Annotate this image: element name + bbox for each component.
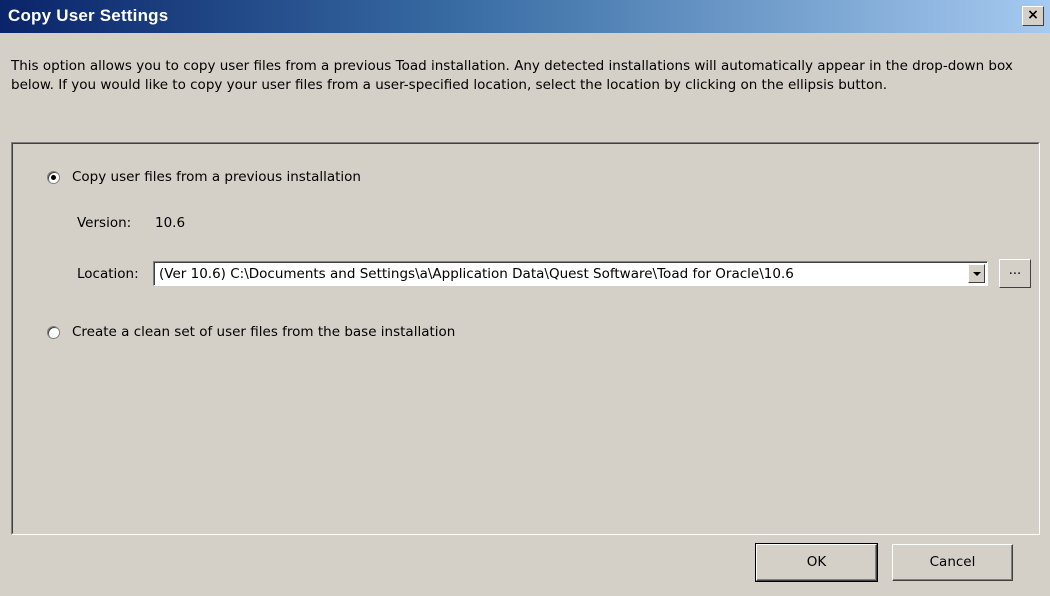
location-value: (Ver 10.6) C:\Documents and Settings\a\A… <box>159 266 794 282</box>
location-label: Location: <box>77 266 139 282</box>
ok-button[interactable]: OK <box>755 543 878 582</box>
browse-ellipsis-button[interactable]: ... <box>999 259 1031 288</box>
dropdown-button[interactable] <box>968 264 985 283</box>
title-bar[interactable]: Copy User Settings × <box>0 0 1050 33</box>
window-title: Copy User Settings <box>8 6 169 25</box>
clean-set-option[interactable]: Create a clean set of user files from th… <box>47 324 455 340</box>
copy-previous-label: Copy user files from a previous installa… <box>72 169 361 185</box>
version-value: 10.6 <box>155 215 186 231</box>
copy-previous-option[interactable]: Copy user files from a previous installa… <box>47 169 361 185</box>
clean-set-radio[interactable] <box>47 325 60 339</box>
copy-user-settings-dialog: Copy User Settings × This option allows … <box>0 0 1050 596</box>
copy-previous-radio[interactable] <box>47 170 60 184</box>
version-label: Version: <box>77 215 132 231</box>
close-button[interactable]: × <box>1022 6 1044 26</box>
location-dropdown[interactable]: (Ver 10.6) C:\Documents and Settings\a\A… <box>153 261 988 286</box>
chevron-down-icon <box>972 271 981 276</box>
clean-set-label: Create a clean set of user files from th… <box>72 324 456 340</box>
cancel-button[interactable]: Cancel <box>892 544 1013 581</box>
description-text: This option allows you to copy user file… <box>11 58 1013 93</box>
